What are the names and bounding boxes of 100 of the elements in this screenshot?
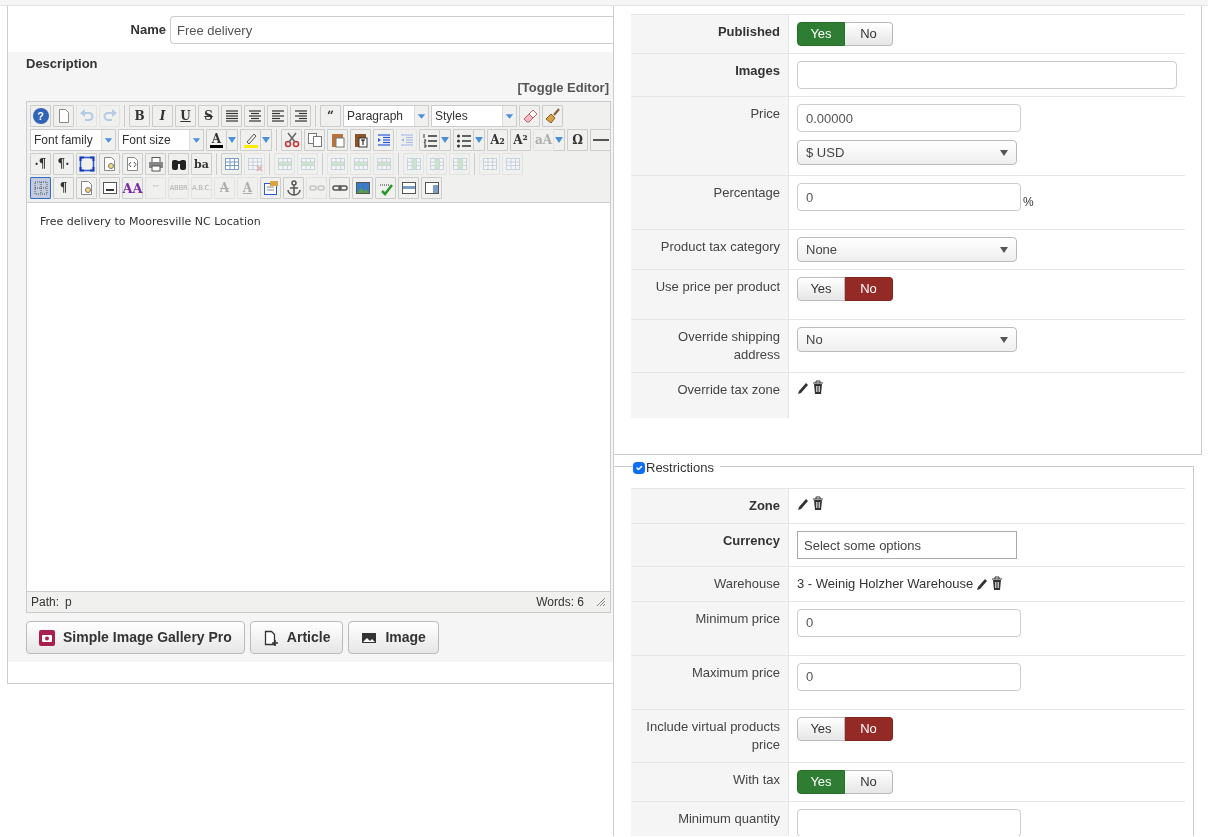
editor-button[interactable]: Article [249, 621, 344, 654]
preview-icon [101, 156, 118, 172]
copy-icon [306, 132, 323, 148]
toolbar-button[interactable]: Ω [567, 129, 588, 151]
trash-icon[interactable] [812, 495, 824, 510]
table-delete-icon [246, 156, 263, 172]
field-label: With tax [631, 762, 789, 801]
caret-icon [441, 137, 449, 143]
text-field[interactable]: 0 [797, 183, 1021, 211]
clipboard-icon [352, 132, 369, 148]
toolbar-button[interactable]: “ [320, 105, 341, 127]
eraser-icon [521, 108, 538, 124]
text-field[interactable] [797, 61, 1177, 89]
dropdown-arrow-button[interactable] [554, 129, 565, 151]
table-icon [223, 156, 240, 172]
caret-icon [228, 137, 236, 143]
undo-icon [78, 108, 95, 124]
name-field[interactable]: Free delivery [170, 16, 613, 44]
table-column-icon [428, 156, 445, 172]
clipboard-icon [329, 132, 346, 148]
toolbar-dropdown[interactable]: Styles [431, 105, 517, 127]
toolbar-button[interactable]: ? [30, 105, 51, 127]
toolbar-dropdown[interactable]: Font size [118, 129, 204, 151]
printer-icon [147, 156, 164, 172]
picture-icon [354, 180, 371, 196]
toolbar-button[interactable]: ¶· [53, 153, 74, 175]
fieldset-legend: Restrictions [646, 458, 714, 478]
toolbar-dropdown[interactable]: Paragraph [343, 105, 429, 127]
horizontal-line-icon [592, 139, 609, 141]
toggle-option[interactable]: Yes [797, 22, 845, 46]
toolbar-button[interactable]: A² [510, 129, 531, 151]
field-label: Published [631, 15, 789, 53]
text-field[interactable] [797, 808, 1021, 836]
dropdown[interactable]: $ USD [797, 140, 1017, 165]
field-label: Description [26, 55, 99, 73]
toolbar-button[interactable]: I [152, 105, 173, 127]
multi-select-field[interactable]: Select some options [797, 530, 1017, 559]
text-field[interactable]: 0.00000 [797, 104, 1021, 132]
field-label: Minimum price [631, 601, 789, 655]
fullscreen-icon [78, 156, 95, 172]
outdent-icon [398, 132, 415, 148]
field-label: Price [631, 97, 789, 175]
field-label: Warehouse [631, 566, 789, 601]
page-break-icon [101, 180, 118, 196]
restrictions-checkbox[interactable] [633, 461, 645, 474]
toolbar-button[interactable]: ·¶ [30, 153, 51, 175]
toolbar-button[interactable]: B [129, 105, 150, 127]
trash-icon[interactable] [812, 380, 824, 394]
caret-icon [555, 137, 563, 143]
caret-icon [502, 106, 516, 126]
path-element[interactable]: p [65, 593, 72, 611]
camera-icon [39, 629, 55, 646]
toolbar-button[interactable]: A [206, 129, 227, 151]
pencil-icon[interactable] [976, 576, 989, 591]
pencil-icon[interactable] [797, 380, 809, 394]
caret-icon [1000, 246, 1008, 253]
table-row-icon [329, 156, 346, 172]
field-label: Name [129, 21, 167, 40]
toggle-option[interactable]: No [845, 769, 893, 794]
align-left-icon [269, 108, 286, 124]
resize-grip-icon[interactable] [596, 597, 606, 607]
toolbar-button[interactable]: S [198, 105, 219, 127]
field-value: 3 - Weinig Holzher Warehouse [797, 574, 974, 593]
text-field[interactable]: 0 [797, 662, 1021, 691]
align-justify-icon [223, 108, 240, 124]
toolbar-dropdown[interactable]: Font family [30, 129, 116, 151]
editor-button[interactable]: Image [348, 621, 439, 654]
toggle-editor-link[interactable]: [Toggle Editor] [517, 77, 613, 97]
table-row-icon [276, 156, 293, 172]
caret-icon [1000, 149, 1008, 156]
field-label: Images [631, 54, 789, 96]
field-label: Include virtual products price [631, 709, 789, 762]
toggle-option[interactable]: Yes [797, 277, 845, 301]
window-icon [423, 180, 440, 196]
indent-icon [375, 132, 392, 148]
redo-icon [101, 108, 118, 124]
bullet-list-icon [455, 132, 472, 148]
dropdown[interactable]: None [797, 237, 1017, 262]
dropdown-arrow-button[interactable] [474, 129, 485, 151]
toolbar-button[interactable]: ba [191, 153, 212, 175]
text-field[interactable]: 0 [797, 608, 1021, 637]
toolbar-button[interactable]: U [175, 105, 196, 127]
toolbar-button[interactable]: A₂ [487, 129, 508, 151]
caret-icon [189, 130, 203, 150]
dropdown[interactable]: No [797, 327, 1017, 352]
toggle-option[interactable]: No [845, 22, 893, 46]
table-row-icon [299, 156, 316, 172]
table-column-icon [405, 156, 422, 172]
attributes-icon [262, 180, 279, 196]
dropdown-arrow-button[interactable] [440, 129, 451, 151]
toggle-option[interactable]: No [845, 716, 893, 741]
toolbar-button[interactable]: AA [122, 177, 143, 199]
editor-text: Free delivery to Mooresville NC Location [39, 214, 262, 230]
editor-button[interactable]: Simple Image Gallery Pro [26, 621, 245, 654]
trash-icon[interactable] [991, 576, 1004, 591]
toggle-option[interactable]: Yes [797, 769, 845, 794]
toggle-option[interactable]: No [845, 277, 893, 301]
toolbar-button[interactable]: ¶ [53, 177, 74, 199]
toggle-option[interactable]: Yes [797, 716, 845, 741]
table-row-icon [375, 156, 392, 172]
